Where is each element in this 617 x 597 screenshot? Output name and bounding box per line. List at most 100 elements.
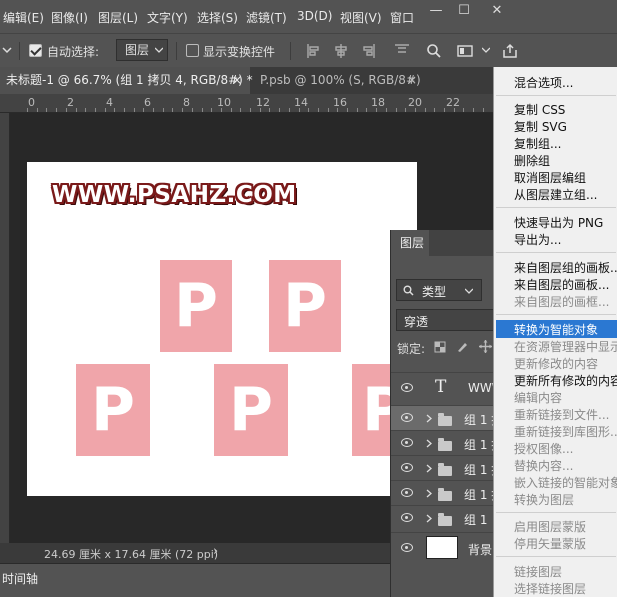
menu-window[interactable]: 窗口 [390, 9, 414, 26]
align-left-icon[interactable] [306, 43, 322, 59]
menu-item-copy-svg[interactable]: 复制 SVG [514, 118, 567, 135]
folder-icon [438, 413, 452, 426]
layer-filter-label: 类型 [422, 285, 447, 299]
tab-close-icon[interactable]: × [407, 67, 417, 94]
workspace-icon[interactable] [457, 43, 473, 59]
menu-item-export-as[interactable]: 导出为... [514, 231, 561, 248]
visibility-eye-icon[interactable] [401, 513, 413, 522]
menu-divider [496, 556, 616, 557]
chevron-right-icon[interactable] [426, 464, 432, 473]
p-tile[interactable]: P [76, 364, 150, 456]
menu-item-copy-css[interactable]: 复制 CSS [514, 101, 565, 118]
blend-mode-dropdown[interactable]: 穿透 [396, 309, 506, 331]
menu-item-edit-contents: 编辑内容 [514, 391, 563, 405]
menu-item-license-image: 授权图像... [514, 442, 574, 456]
layer-filter-dropdown[interactable]: 类型 [396, 279, 482, 301]
menu-item-embed-linked-smart-objects: 嵌入链接的智能对象 [514, 476, 617, 490]
menu-view[interactable]: 视图(V) [340, 9, 382, 26]
chevron-down-icon[interactable] [2, 45, 12, 55]
menu-item-select-linked-layers: 选择链接图层 [514, 582, 587, 596]
timeline-tab[interactable]: 时间轴 [2, 570, 38, 587]
menu-item-artboard-from-layers[interactable]: 来自图层的画板... [514, 276, 609, 293]
tab-close-icon[interactable]: × [232, 67, 242, 94]
menu-item-enable-layer-mask: 启用图层蒙版 [514, 520, 587, 534]
ruler-tick [318, 108, 319, 112]
align-right-icon[interactable] [360, 43, 376, 59]
menu-item-frame-from-layers: 来自图层的画框... [514, 295, 610, 309]
share-icon[interactable] [502, 43, 518, 59]
align-top-icon[interactable] [394, 43, 410, 59]
menu-image[interactable]: 图像(I) [51, 9, 88, 26]
ruler-tick [124, 108, 125, 112]
ruler-tick [308, 108, 309, 112]
menu-item-convert-to-layers: 转换为图层 [514, 493, 575, 507]
menu-layer[interactable]: 图层(L) [98, 9, 138, 26]
menu-item-ungroup-layers[interactable]: 取消图层编组 [514, 169, 586, 186]
chevron-right-icon[interactable] [426, 414, 432, 423]
chevron-right-icon[interactable] [426, 514, 432, 523]
p-tile[interactable]: P [214, 364, 288, 456]
menu-item-artboard-from-group[interactable]: 来自图层组的画板... [514, 259, 617, 276]
document-info: 24.69 厘米 x 17.64 厘米 (72 ppi) [44, 548, 219, 561]
menu-item-reveal-in-explorer: 在资源管理器中显示 [514, 340, 617, 354]
p-tile[interactable]: P [160, 260, 232, 352]
menu-filter[interactable]: 滤镜(T) [246, 9, 287, 26]
visibility-eye-icon[interactable] [401, 543, 413, 552]
options-bar: 自动选择: 图层 显示变换控件 [0, 33, 617, 67]
tab-untitled-1[interactable]: 未标题-1 @ 66.7% (组 1 拷贝 4, RGB/8#) * × [0, 67, 253, 94]
lock-image-pixels-icon[interactable] [456, 340, 469, 353]
visibility-eye-icon[interactable] [401, 463, 413, 472]
maximize-button[interactable]: ☐ [450, 0, 478, 24]
visibility-eye-icon[interactable] [401, 488, 413, 497]
menu-edit[interactable]: 编辑(E) [3, 9, 44, 26]
chevron-right-icon[interactable] [426, 489, 432, 498]
tab-layers[interactable]: 图层 [391, 230, 429, 256]
status-arrow-icon[interactable]: › [213, 544, 218, 559]
menu-item-duplicate-group[interactable]: 复制组... [514, 135, 561, 152]
menu-select[interactable]: 选择(S) [197, 9, 238, 26]
chevron-down-icon[interactable] [482, 47, 490, 53]
menu-item-quick-export-png[interactable]: 快速导出为 PNG [514, 214, 603, 231]
show-transform-label: 显示变换控件 [203, 45, 276, 59]
ruler-number: 18 [371, 96, 385, 109]
ruler-tick [182, 108, 183, 112]
ruler-tick [163, 108, 164, 112]
ruler-tick [221, 108, 222, 112]
ruler-tick [279, 108, 280, 112]
align-center-icon[interactable] [333, 43, 349, 59]
menu-item-blending-options[interactable]: 混合选项... [514, 74, 573, 91]
auto-select-target-value: 图层 [125, 43, 150, 57]
minimize-button[interactable]: — [422, 0, 450, 24]
divider [290, 42, 291, 60]
tab-p-psb[interactable]: P.psb @ 100% (S, RGB/8#) × [254, 67, 429, 94]
menu-item-update-all-modified-content[interactable]: 更新所有修改的内容 [514, 372, 617, 389]
visibility-eye-icon[interactable] [401, 383, 413, 392]
menu-item-group-from-layers[interactable]: 从图层建立组... [514, 186, 597, 203]
ruler-number: 10 [217, 96, 231, 109]
ruler-tick [240, 108, 241, 112]
ruler-tick [27, 108, 28, 112]
layer-name: 组 1 [464, 513, 488, 527]
chevron-right-icon[interactable] [426, 439, 432, 448]
search-icon[interactable] [426, 43, 442, 59]
folder-icon [438, 513, 452, 526]
ruler-tick [396, 108, 397, 112]
menu-item-disable-vector-mask: 停用矢量蒙版 [514, 537, 587, 551]
menu-item-delete-group[interactable]: 删除组 [514, 152, 550, 169]
visibility-eye-icon[interactable] [401, 413, 413, 422]
lock-position-icon[interactable] [479, 340, 492, 353]
lock-transparent-pixels-icon[interactable] [434, 341, 446, 353]
document-canvas[interactable]: WWW.PSAHZ.COM P P P P P [27, 162, 417, 496]
ruler-tick [328, 108, 329, 112]
show-transform-checkbox[interactable] [186, 44, 199, 57]
auto-select-target-dropdown[interactable]: 图层 [116, 39, 168, 61]
ruler-tick [376, 108, 377, 112]
menu-item-convert-to-smart-object[interactable]: 转换为智能对象 [514, 321, 598, 338]
menu-type[interactable]: 文字(Y) [147, 9, 188, 26]
auto-select-checkbox[interactable] [29, 44, 42, 57]
visibility-eye-icon[interactable] [401, 438, 413, 447]
close-window-button[interactable]: ✕ [483, 0, 511, 24]
ruler-number: 6 [144, 96, 151, 109]
menu-3d[interactable]: 3D(D) [297, 9, 332, 23]
p-tile[interactable]: P [269, 260, 341, 352]
